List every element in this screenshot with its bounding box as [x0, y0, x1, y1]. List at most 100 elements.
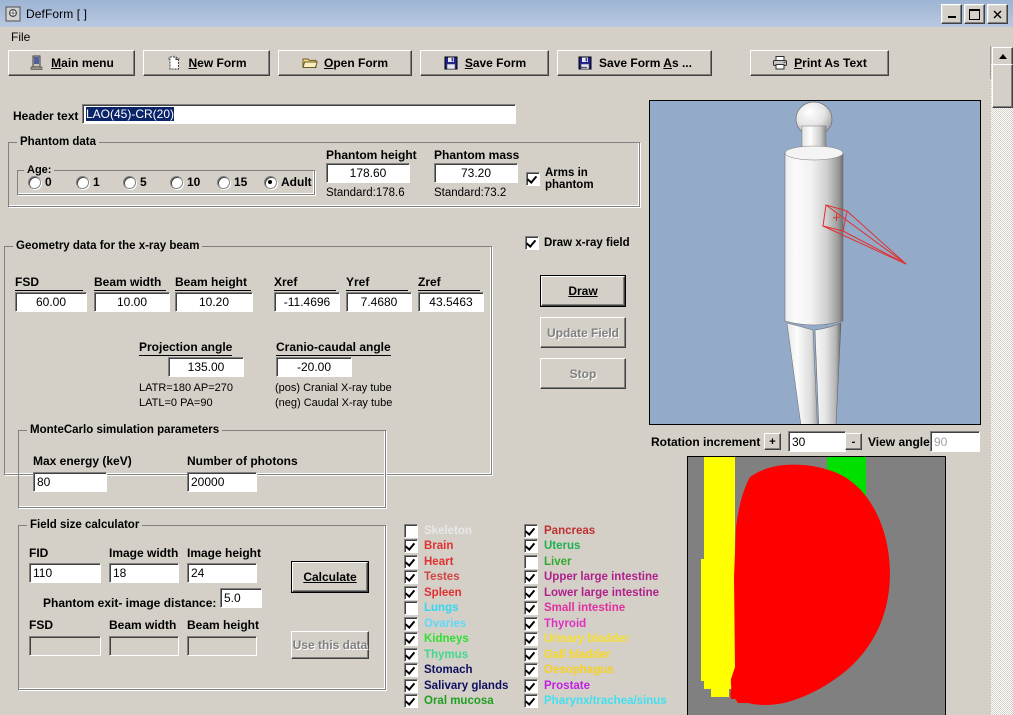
geometry-note-caudal: (neg) Caudal X-ray tube: [275, 397, 393, 409]
photons-input[interactable]: 20000: [187, 472, 257, 492]
organ-checkbox-brain[interactable]: Brain: [404, 539, 508, 555]
age-radio-10[interactable]: 10: [170, 175, 200, 189]
new-form-button[interactable]: New Form: [143, 49, 270, 76]
stop-button[interactable]: Stop: [540, 358, 626, 389]
checkbox-icon: [404, 523, 418, 538]
age-radio-adult[interactable]: Adult: [264, 175, 312, 189]
age-radio-15[interactable]: 15: [217, 175, 247, 189]
image-height-input[interactable]: 24: [187, 563, 257, 583]
age-radio-1[interactable]: 1: [76, 175, 100, 189]
organ-checkbox-oral-mucosa[interactable]: Oral mucosa: [404, 694, 508, 710]
checkbox-icon: [524, 523, 538, 538]
vertical-scrollbar[interactable]: [990, 46, 1013, 715]
image-width-input[interactable]: 18: [109, 563, 179, 583]
main-menu-button[interactable]: Main menu: [8, 49, 135, 76]
rotation-decrease-button[interactable]: -: [845, 433, 862, 450]
use-this-data-button[interactable]: Use this data: [291, 631, 369, 659]
phantom-viewport[interactable]: [649, 100, 981, 425]
organ-checkbox-skeleton[interactable]: Skeleton: [404, 523, 508, 539]
age-radio-adult-label: Adult: [281, 175, 312, 189]
rotation-increment-label: Rotation increment: [651, 435, 761, 449]
calculate-button[interactable]: Calculate: [291, 561, 369, 593]
beam-height-input[interactable]: 10.20: [175, 292, 253, 312]
checkbox-icon: [524, 632, 538, 647]
zref-input[interactable]: 43.5463: [418, 292, 484, 312]
photons-value: 20000: [191, 475, 225, 489]
header-text-input[interactable]: LAO(45)-CR(20): [82, 104, 516, 124]
organ-checkbox-heart[interactable]: Heart: [404, 554, 508, 570]
fid-input[interactable]: 110: [29, 563, 101, 583]
scrollbar-thumb[interactable]: [992, 64, 1013, 108]
maximize-button[interactable]: [964, 4, 985, 24]
draw-button[interactable]: Draw: [540, 275, 626, 307]
age-radio-5[interactable]: 5: [123, 175, 147, 189]
checkbox-icon: [524, 647, 538, 662]
organ-checkbox-small-intestine[interactable]: Small intestine: [524, 601, 667, 617]
checkbox-icon: [524, 554, 538, 569]
organ-checkbox-lower-large-intestine[interactable]: Lower large intestine: [524, 585, 667, 601]
age-radio-0-label: 0: [45, 175, 52, 189]
organ-checkbox-liver[interactable]: Liver: [524, 554, 667, 570]
menu-item-file[interactable]: File: [4, 29, 37, 45]
organ-checkbox-thymus[interactable]: Thymus: [404, 647, 508, 663]
geometry-note-latr: LATR=180 AP=270: [139, 382, 233, 394]
organ-checkbox-testes[interactable]: Testes: [404, 570, 508, 586]
yref-input[interactable]: 7.4680: [346, 292, 412, 312]
organ-label: Uterus: [544, 540, 581, 553]
rotation-increment-value: 30: [792, 434, 806, 449]
organ-checkbox-stomach[interactable]: Stomach: [404, 663, 508, 679]
organ-checkbox-pharynx-trachea-sinus[interactable]: Pharynx/trachea/sinus: [524, 694, 667, 710]
scrollbar-trough[interactable]: [991, 63, 1013, 715]
exit-distance-value: 5.0: [224, 591, 241, 605]
fsd-input[interactable]: 60.00: [15, 292, 87, 312]
dose-image-panel[interactable]: [687, 456, 946, 715]
organ-label: Testes: [424, 571, 460, 584]
draw-xray-field-checkbox[interactable]: Draw x-ray field: [525, 236, 630, 250]
calc-fsd-output: [29, 636, 101, 656]
minimize-button[interactable]: [941, 4, 962, 24]
print-as-text-button[interactable]: Print As Text: [750, 49, 889, 76]
beam-width-input[interactable]: 10.00: [94, 292, 170, 312]
organ-checkbox-kidneys[interactable]: Kidneys: [404, 632, 508, 648]
organ-checkbox-oesophagus[interactable]: Oesophagus: [524, 663, 667, 679]
update-field-button[interactable]: Update Field: [540, 317, 626, 348]
organ-checkbox-prostate[interactable]: Prostate: [524, 678, 667, 694]
organ-checkbox-urinary-bladder[interactable]: Urinary bladder: [524, 632, 667, 648]
xref-input[interactable]: -11.4696: [274, 292, 340, 312]
rotation-increment-input[interactable]: 30: [788, 431, 846, 452]
phantom-height-input[interactable]: 178.60: [326, 163, 410, 183]
checkbox-icon: [524, 570, 538, 585]
open-form-button[interactable]: Open Form: [278, 49, 412, 76]
organ-checkbox-gall-bladder[interactable]: Gall bladder: [524, 647, 667, 663]
organ-label: Pharynx/trachea/sinus: [544, 695, 667, 708]
organ-checkbox-upper-large-intestine[interactable]: Upper large intestine: [524, 570, 667, 586]
use-this-data-label: Use this data: [292, 638, 368, 652]
new-document-icon: [166, 55, 182, 71]
phantom-mass-input[interactable]: 73.20: [434, 163, 518, 183]
cranio-caudal-angle-value: -20.00: [296, 360, 332, 374]
arms-in-phantom-checkbox[interactable]: Arms in phantom: [526, 167, 639, 191]
organ-checkbox-uterus[interactable]: Uterus: [524, 539, 667, 555]
projection-angle-input[interactable]: 135.00: [168, 357, 244, 377]
organ-checkbox-spleen[interactable]: Spleen: [404, 585, 508, 601]
organ-checkbox-thyroid[interactable]: Thyroid: [524, 616, 667, 632]
close-button[interactable]: [987, 4, 1008, 24]
save-form-as-button[interactable]: Save Form As ...: [557, 49, 712, 76]
exit-distance-input[interactable]: 5.0: [220, 588, 262, 608]
max-energy-input[interactable]: 80: [33, 472, 107, 492]
cranio-caudal-angle-input[interactable]: -20.00: [276, 357, 352, 377]
organ-checkbox-lungs[interactable]: Lungs: [404, 601, 508, 617]
organ-checkbox-salivary-glands[interactable]: Salivary glands: [404, 678, 508, 694]
fsd-value: 60.00: [35, 295, 67, 309]
save-form-button[interactable]: Save Form: [420, 49, 549, 76]
view-angle-input[interactable]: 90: [930, 431, 980, 452]
age-radio-5-label: 5: [140, 175, 147, 189]
organ-label: Thyroid: [544, 617, 587, 630]
client-area: Header text LAO(45)-CR(20) Phantom data …: [0, 79, 991, 715]
organ-checkbox-pancreas[interactable]: Pancreas: [524, 523, 667, 539]
age-radio-0[interactable]: 0: [28, 175, 52, 189]
organ-label: Kidneys: [424, 633, 469, 646]
organ-checkbox-ovaries[interactable]: Ovaries: [404, 616, 508, 632]
organ-label: Oral mucosa: [424, 695, 494, 708]
rotation-increase-button[interactable]: +: [764, 433, 781, 450]
